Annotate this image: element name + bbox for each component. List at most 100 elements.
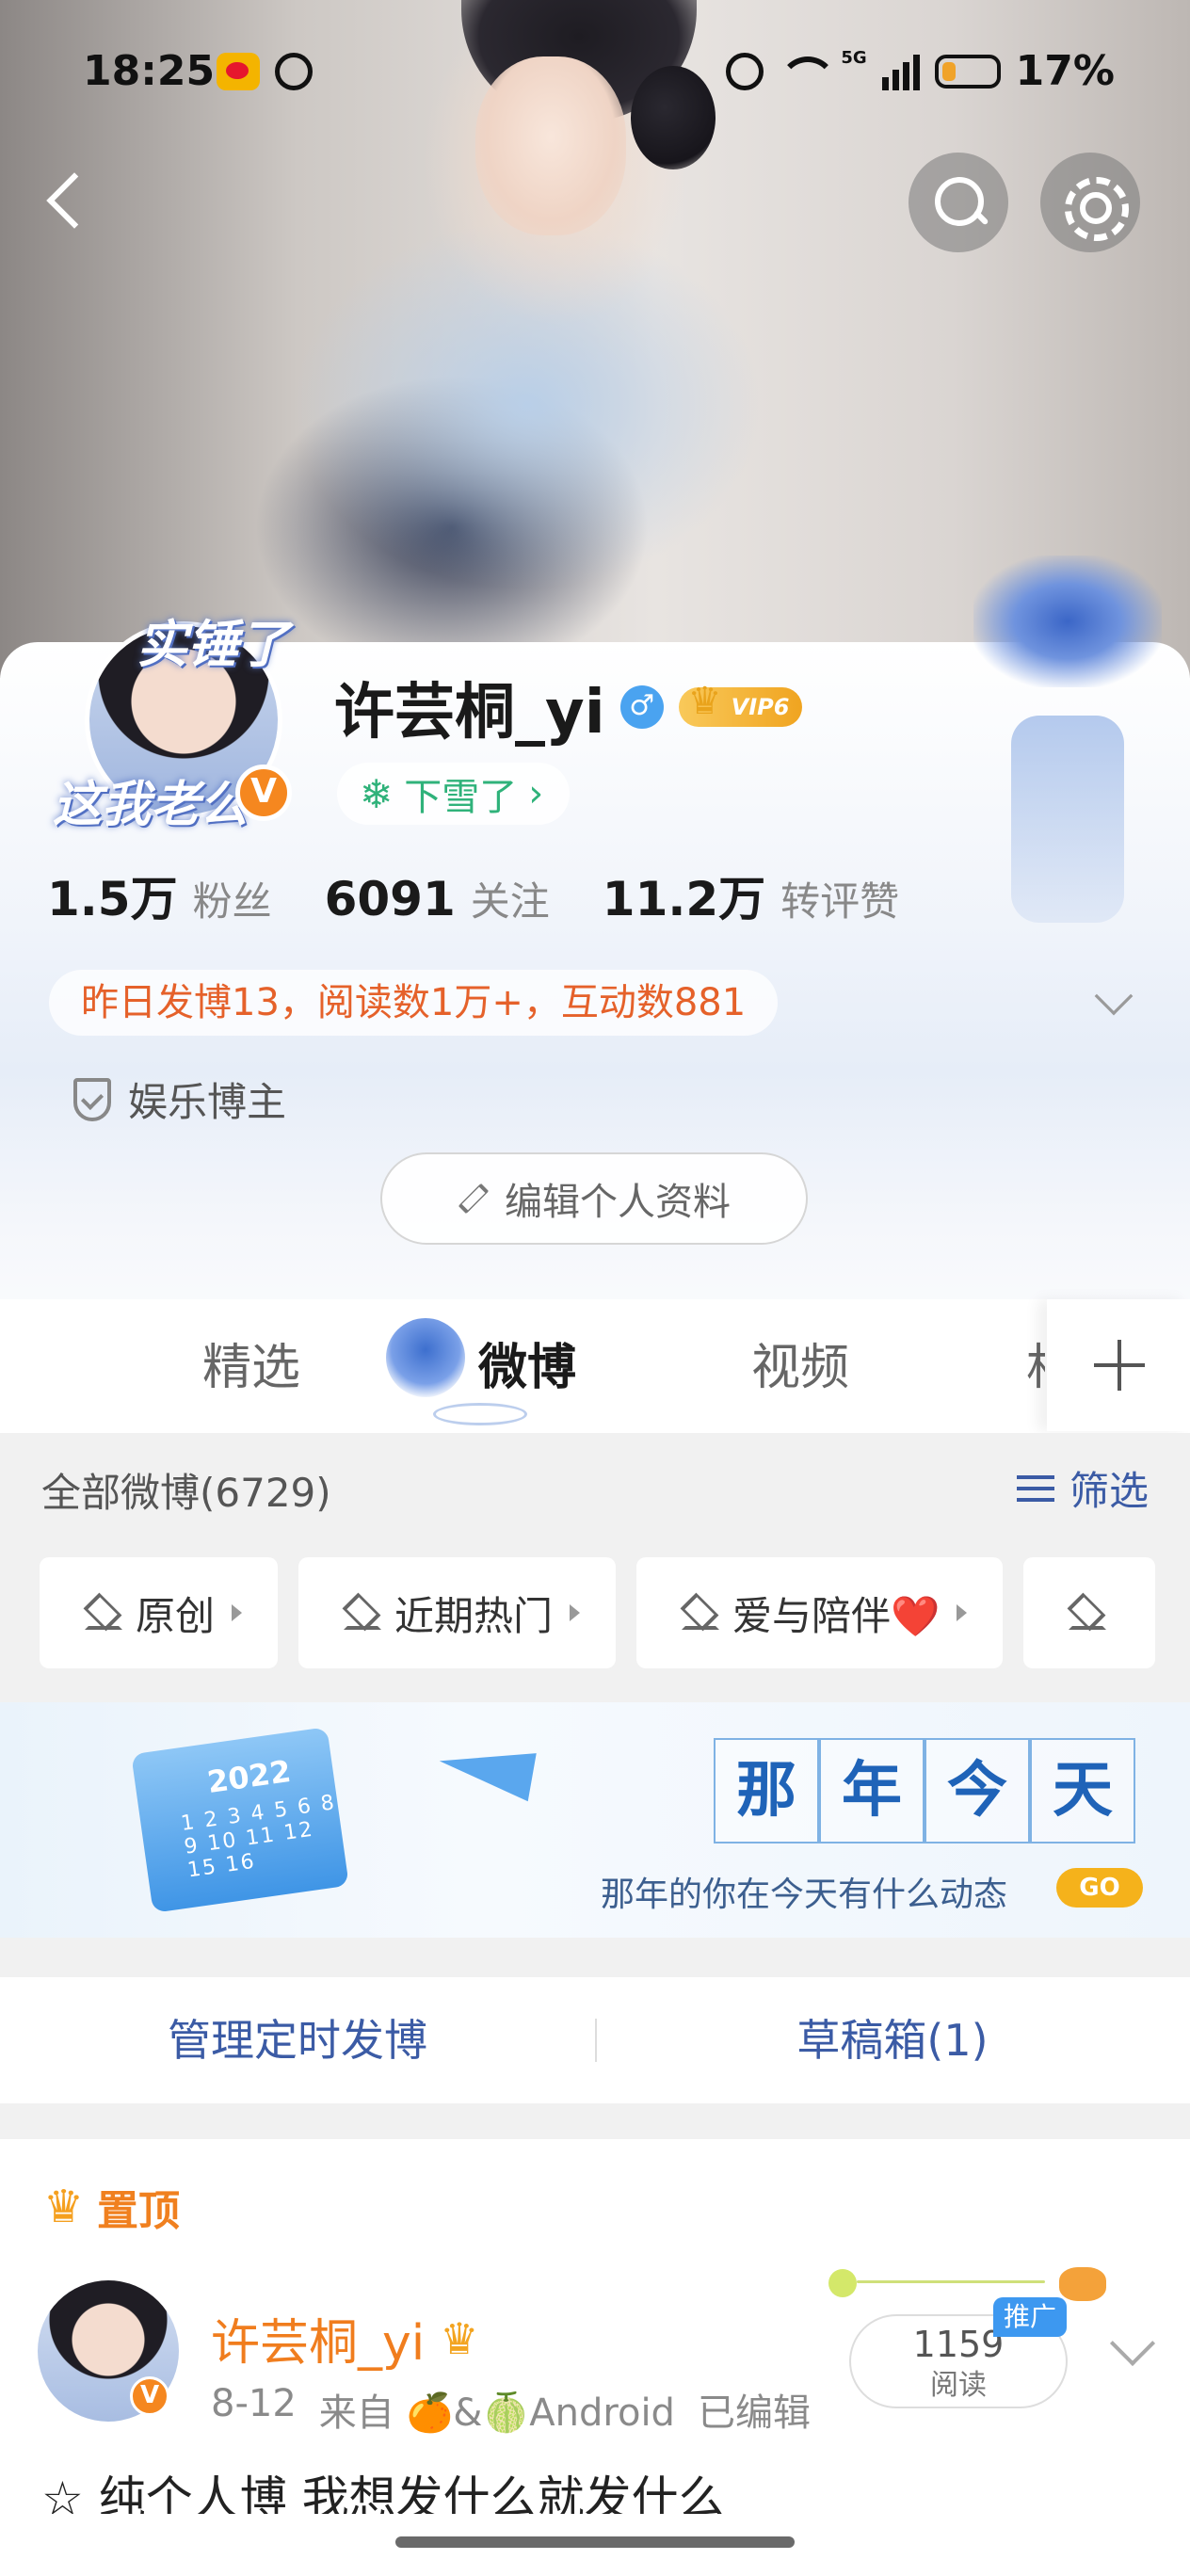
tab-album[interactable]: 相 bbox=[1026, 1328, 1045, 1398]
notification-icon bbox=[275, 53, 313, 90]
section-divider bbox=[0, 2103, 1190, 2139]
daily-summary[interactable]: 昨日发博13，阅读数1万+，互动数881 bbox=[49, 970, 779, 1036]
battery-icon bbox=[934, 54, 1001, 89]
stat-value: 6091 bbox=[324, 872, 456, 926]
yarn-line bbox=[857, 2280, 1045, 2283]
stat-label: 粉丝 bbox=[192, 878, 272, 925]
profile-stats: 1.5万 粉丝 6091 关注 11.2万 转评赞 bbox=[47, 861, 899, 929]
stat-followers[interactable]: 1.5万 粉丝 bbox=[47, 861, 272, 929]
banner-title-char: 天 bbox=[1030, 1738, 1135, 1843]
flower-decoration bbox=[973, 555, 1162, 687]
vip-badge[interactable]: VIP6 bbox=[678, 682, 803, 727]
chevron-down-icon[interactable] bbox=[1109, 2320, 1156, 2367]
shield-icon bbox=[73, 1077, 111, 1121]
vip-crown-icon: ♛ bbox=[440, 2312, 479, 2364]
all-posts-count: 全部微博(6729) bbox=[41, 1470, 331, 1516]
pinned-label: 置顶 bbox=[97, 2187, 181, 2235]
status-bar: 18:25 5G 17% bbox=[0, 47, 1190, 104]
chevron-right-icon: › bbox=[528, 772, 544, 815]
stat-label: 关注 bbox=[470, 878, 550, 925]
add-tab-icon[interactable] bbox=[1047, 1299, 1190, 1431]
drafts-button[interactable]: 草稿箱(1) bbox=[595, 1977, 1190, 2103]
stat-interactions[interactable]: 11.2万 转评赞 bbox=[603, 861, 899, 929]
user-status-chip[interactable]: ❄ 下雪了 › bbox=[337, 763, 571, 825]
layers-icon bbox=[340, 1594, 382, 1632]
blogger-type-row[interactable]: 娱乐博主 bbox=[73, 1071, 286, 1128]
chip-label: 近期热门 bbox=[394, 1592, 554, 1639]
chip-label: 爱与陪伴❤️ bbox=[732, 1592, 941, 1639]
banner-title-char: 年 bbox=[819, 1738, 925, 1843]
post-author-row: 许芸桐_yi ♛ bbox=[211, 2303, 478, 2374]
edit-profile-button[interactable]: 编辑个人资料 bbox=[380, 1152, 808, 1245]
user-status-text: 下雪了 bbox=[404, 776, 518, 819]
snowflake-icon: ❄ bbox=[360, 770, 394, 817]
banner-title-char: 那 bbox=[714, 1738, 819, 1843]
banner-title-char: 今 bbox=[925, 1738, 1030, 1843]
charm-decoration bbox=[1011, 716, 1124, 923]
filter-button[interactable]: 筛选 bbox=[1016, 1459, 1149, 1517]
male-gender-icon: ♂ bbox=[619, 685, 664, 729]
post-author[interactable]: 许芸桐_yi bbox=[211, 2303, 425, 2374]
chip-love[interactable]: 爱与陪伴❤️ bbox=[636, 1557, 1004, 1668]
pinned-post[interactable]: ♛ 置顶 V 许芸桐_yi ♛ 8-12 来自 🍊&🍈Android 已编辑 1… bbox=[0, 2139, 1190, 2576]
pinned-label-row: ♛ 置顶 bbox=[43, 2177, 180, 2237]
post-text: ☆ 纯个人博 我想发什么就发什么 bbox=[41, 2471, 726, 2514]
chip-more[interactable] bbox=[1023, 1557, 1156, 1668]
collection-chips: 原创 近期热门 爱与陪伴❤️ bbox=[40, 1557, 1156, 1668]
post-edited: 已编辑 bbox=[697, 2391, 811, 2435]
manage-row: 管理定时发博 草稿箱(1) bbox=[0, 1977, 1190, 2103]
home-indicator[interactable] bbox=[395, 2536, 795, 2548]
cat-yarn-decoration bbox=[828, 2267, 1111, 2305]
network-type: 5G bbox=[841, 48, 867, 68]
go-button[interactable]: GO bbox=[1056, 1868, 1143, 1908]
chip-original[interactable]: 原创 bbox=[40, 1557, 279, 1668]
settings-icon[interactable] bbox=[1040, 153, 1140, 252]
post-source: 来自 🍊&🍈Android bbox=[318, 2391, 675, 2435]
stat-following[interactable]: 6091 关注 bbox=[325, 870, 550, 927]
filter-icon bbox=[1016, 1472, 1058, 1505]
status-right-group: 5G 17% bbox=[726, 47, 1115, 95]
tab-weibo[interactable]: 微博 bbox=[478, 1328, 576, 1398]
triangle-right-icon bbox=[570, 1604, 581, 1621]
on-this-day-banner[interactable]: 2022 1 2 3 4 5 6 8 9 10 11 12 15 16 那 年 … bbox=[0, 1702, 1190, 1938]
filter-label: 筛选 bbox=[1069, 1468, 1149, 1514]
cat-icon bbox=[1059, 2267, 1106, 2301]
triangle-right-icon bbox=[232, 1604, 243, 1621]
signal-icon bbox=[881, 53, 920, 90]
yarn-ball-icon bbox=[828, 2269, 857, 2297]
name-row: 许芸桐_yi ♂ VIP6 bbox=[334, 664, 803, 750]
stat-value: 11.2万 bbox=[602, 872, 766, 926]
avatar-container[interactable]: 实锤了 这我老公 V bbox=[47, 603, 311, 838]
alarm-icon bbox=[726, 52, 764, 90]
post-date: 8-12 bbox=[211, 2382, 297, 2425]
read-label: 阅读 bbox=[930, 2369, 987, 2402]
paper-plane-icon bbox=[435, 1736, 537, 1802]
username: 许芸桐_yi bbox=[334, 678, 605, 748]
promote-badge[interactable]: 推广 bbox=[993, 2297, 1067, 2337]
pencil-icon bbox=[458, 1183, 490, 1215]
stat-value: 1.5万 bbox=[47, 872, 178, 926]
tab-featured[interactable]: 精选 bbox=[202, 1328, 300, 1398]
banner-title: 那 年 今 天 bbox=[714, 1738, 1135, 1843]
weibo-notification-icon bbox=[217, 53, 260, 90]
filter-area: 全部微博(6729) 筛选 原创 近期热门 爱与陪伴❤️ bbox=[0, 1433, 1190, 1702]
verified-badge-icon: V bbox=[130, 2376, 169, 2416]
verified-badge-icon: V bbox=[235, 765, 292, 821]
battery-percent: 17% bbox=[1015, 47, 1115, 95]
profile-tabs: 精选 微博 视频 相 bbox=[0, 1299, 1190, 1431]
post-meta: 8-12 来自 🍊&🍈Android 已编辑 bbox=[211, 2382, 811, 2437]
status-time: 18:25 bbox=[83, 47, 216, 95]
edit-profile-label: 编辑个人资料 bbox=[505, 1181, 731, 1224]
wifi-icon bbox=[779, 53, 838, 90]
stat-label: 转评赞 bbox=[780, 878, 900, 925]
triangle-right-icon bbox=[957, 1604, 968, 1621]
search-icon[interactable] bbox=[909, 153, 1008, 252]
chip-label: 原创 bbox=[136, 1592, 216, 1639]
chip-recent-hot[interactable]: 近期热门 bbox=[298, 1557, 617, 1668]
scheduled-posts-button[interactable]: 管理定时发博 bbox=[0, 1977, 595, 2103]
avatar-frame-text-top: 实锤了 bbox=[137, 614, 289, 674]
avatar-frame-text-bottom: 这我老公 bbox=[53, 776, 249, 833]
tab-video[interactable]: 视频 bbox=[751, 1328, 849, 1398]
back-icon[interactable] bbox=[38, 169, 94, 235]
banner-subtitle: 那年的你在今天有什么动态 bbox=[601, 1876, 1008, 1914]
